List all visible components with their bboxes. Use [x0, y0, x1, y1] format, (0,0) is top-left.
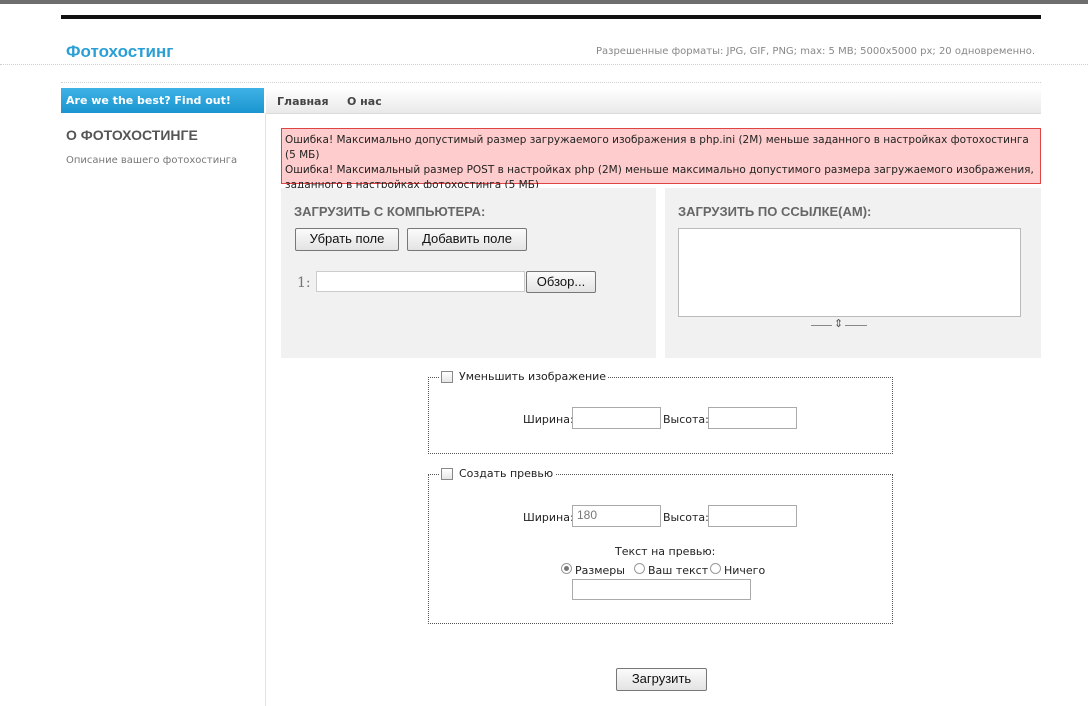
- error-message-box: Ошибка! Максимально допустимый размер за…: [281, 128, 1041, 191]
- sidebar-promo-link[interactable]: Are we the best? Find out!: [61, 88, 264, 113]
- site-logo[interactable]: Фотохостинг: [66, 42, 173, 62]
- radio-sizes[interactable]: [561, 563, 572, 574]
- error-message-1: Ошибка! Максимально допустимый размер за…: [285, 134, 1029, 161]
- sidebar-description: Описание вашего фотохостинга: [66, 155, 238, 166]
- radio-your-text-label[interactable]: Ваш текст: [648, 564, 708, 577]
- header-top-line: [61, 15, 1041, 19]
- sidebar-title: О ФОТОХОСТИНГЕ: [66, 127, 198, 143]
- preview-height-input[interactable]: [708, 505, 797, 527]
- resize-fieldset: Уменьшить изображение Ширина: Высота:: [428, 370, 893, 454]
- resize-height-input[interactable]: [708, 407, 797, 429]
- main-nav: Главная О нас: [266, 88, 1041, 114]
- radio-nothing[interactable]: [710, 563, 721, 574]
- allowed-formats-text: Разрешенные форматы: JPG, GIF, PNG; max:…: [595, 46, 1035, 57]
- top-border: [0, 0, 1088, 4]
- upload-url-title: ЗАГРУЗИТЬ ПО ССЫЛКЕ(АМ):: [678, 204, 872, 219]
- submit-upload-button[interactable]: Загрузить: [616, 668, 707, 691]
- url-textarea[interactable]: [678, 228, 1021, 317]
- preview-text-label: Текст на превью:: [615, 545, 716, 558]
- file-field-number: 1:: [297, 275, 311, 291]
- resize-width-input[interactable]: [572, 407, 661, 429]
- preview-width-label: Ширина:: [523, 511, 574, 524]
- resize-legend: Уменьшить изображение: [439, 370, 609, 383]
- resize-width-label: Ширина:: [523, 413, 574, 426]
- sidebar-divider: [265, 113, 266, 706]
- resize-checkbox-label: Уменьшить изображение: [459, 370, 607, 383]
- radio-your-text[interactable]: [634, 563, 645, 574]
- preview-fieldset: Создать превью Ширина: 180 Высота: Текст…: [428, 467, 893, 624]
- upload-computer-panel: ЗАГРУЗИТЬ С КОМПЬЮТЕРА: Убрать поле Доба…: [281, 188, 656, 358]
- radio-sizes-label[interactable]: Размеры: [575, 564, 625, 577]
- preview-legend: Создать превью: [439, 467, 556, 480]
- header-divider: [0, 64, 1088, 65]
- file-path-input[interactable]: [316, 271, 525, 292]
- upload-computer-title: ЗАГРУЗИТЬ С КОМПЬЮТЕРА:: [294, 204, 486, 219]
- radio-nothing-label[interactable]: Ничего: [724, 564, 765, 577]
- resize-height-label: Высота:: [663, 413, 709, 426]
- textarea-drag-handle[interactable]: ⇕: [811, 317, 867, 331]
- preview-height-label: Высота:: [663, 511, 709, 524]
- expand-arrows-icon: ⇕: [832, 317, 846, 330]
- add-field-button[interactable]: Добавить поле: [407, 228, 527, 251]
- preview-width-input[interactable]: 180: [572, 505, 661, 527]
- header-divider-inner: [61, 82, 1041, 83]
- browse-button[interactable]: Обзор...: [526, 271, 596, 293]
- nav-item-about[interactable]: О нас: [347, 95, 382, 108]
- preview-checkbox[interactable]: [441, 467, 453, 480]
- nav-item-home[interactable]: Главная: [277, 95, 329, 108]
- preview-checkbox-label: Создать превью: [459, 467, 554, 480]
- upload-url-panel: ЗАГРУЗИТЬ ПО ССЫЛКЕ(АМ): ⇕: [665, 188, 1041, 358]
- resize-checkbox[interactable]: [441, 370, 453, 383]
- remove-field-button[interactable]: Убрать поле: [295, 228, 399, 251]
- preview-text-input[interactable]: [572, 579, 751, 600]
